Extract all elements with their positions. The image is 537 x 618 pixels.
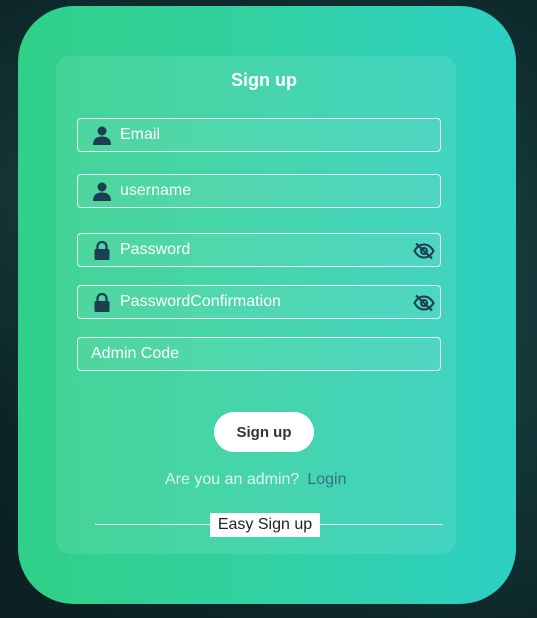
easy-sign-up-button[interactable]: Easy Sign up	[210, 513, 320, 537]
sign-up-button[interactable]: Sign up	[214, 412, 314, 452]
eye-slash-icon[interactable]	[413, 242, 435, 260]
admin-login-row: Are you an admin? Login	[165, 470, 346, 490]
lock-icon	[94, 293, 110, 312]
user-icon	[93, 182, 111, 201]
admin-code-field[interactable]: Admin Code	[77, 337, 441, 371]
password-confirmation-field[interactable]: PasswordConfirmation	[77, 285, 441, 319]
admin-question: Are you an admin?	[165, 471, 300, 488]
eye-slash-icon[interactable]	[413, 294, 435, 312]
email-field[interactable]: Email	[77, 118, 441, 152]
password-placeholder: Password	[120, 241, 191, 258]
username-placeholder: username	[120, 182, 192, 199]
password-confirmation-placeholder: PasswordConfirmation	[120, 293, 281, 310]
form-title: Sign up	[231, 70, 297, 90]
login-link[interactable]: Login	[307, 471, 346, 488]
lock-icon	[94, 241, 110, 260]
username-field[interactable]: username	[77, 174, 441, 208]
password-field[interactable]: Password	[77, 233, 441, 267]
admin-code-placeholder: Admin Code	[91, 345, 180, 362]
email-placeholder: Email	[120, 126, 161, 143]
user-icon	[93, 126, 111, 145]
